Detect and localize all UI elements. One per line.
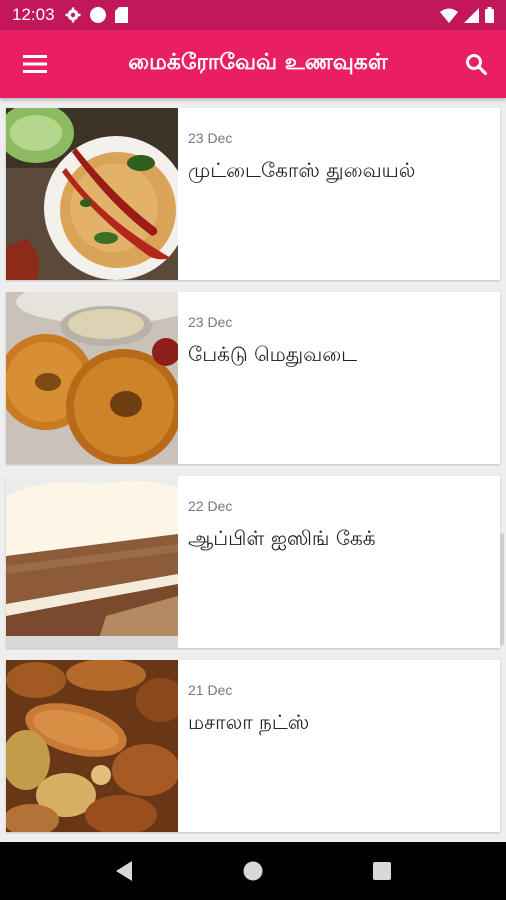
search-button[interactable] <box>446 30 506 98</box>
recipe-title: முட்டைகோஸ் துவையல் <box>188 158 416 182</box>
recipe-card[interactable]: 21 Dec மசாலா நட்ஸ் <box>6 660 500 832</box>
recipe-card[interactable]: 22 Dec ஆப்பிள் ஐஸிங் கேக் <box>6 476 500 648</box>
recipe-thumbnail <box>6 660 178 832</box>
app-bar: மைக்ரோவேவ் உணவுகள் <box>0 30 506 98</box>
sd-card-icon <box>114 7 128 23</box>
recipe-title: மசாலா நட்ஸ் <box>188 710 310 734</box>
circle-icon <box>89 7 106 23</box>
wifi-icon <box>440 8 458 23</box>
recipe-card[interactable]: 23 Dec முட்டைகோஸ் துவையல் <box>6 108 500 280</box>
recipe-date: 23 Dec <box>188 314 233 330</box>
recipe-thumbnail <box>6 292 178 464</box>
recipe-title: ஆப்பிள் ஐஸிங் கேக் <box>188 526 376 550</box>
recipe-title: பேக்டு மெதுவடை <box>188 342 358 366</box>
scrollbar-thumb[interactable] <box>500 533 504 645</box>
status-bar: 12:03 <box>0 0 506 30</box>
recipe-date: 21 Dec <box>188 682 233 698</box>
recipe-list: 23 Dec முட்டைகோஸ் துவையல் 23 Dec பேக்டு … <box>6 108 500 844</box>
battery-icon <box>485 7 494 23</box>
signal-icon <box>464 7 479 23</box>
status-time: 12:03 <box>12 5 55 24</box>
recents-icon[interactable] <box>372 861 392 881</box>
recipe-date: 23 Dec <box>188 130 233 146</box>
recipe-card[interactable]: 23 Dec பேக்டு மெதுவடை <box>6 292 500 464</box>
page-title: மைக்ரோவேவ் உணவுகள் <box>128 50 388 75</box>
back-icon[interactable] <box>114 860 134 882</box>
hamburger-menu-icon <box>23 55 47 73</box>
menu-button[interactable] <box>0 30 70 98</box>
recipe-date: 22 Dec <box>188 498 233 514</box>
recipe-thumbnail <box>6 108 178 280</box>
home-icon[interactable] <box>242 860 264 882</box>
search-icon <box>466 54 487 75</box>
recipe-thumbnail <box>6 476 178 648</box>
gear-icon <box>65 7 81 23</box>
system-nav-bar <box>0 842 506 900</box>
